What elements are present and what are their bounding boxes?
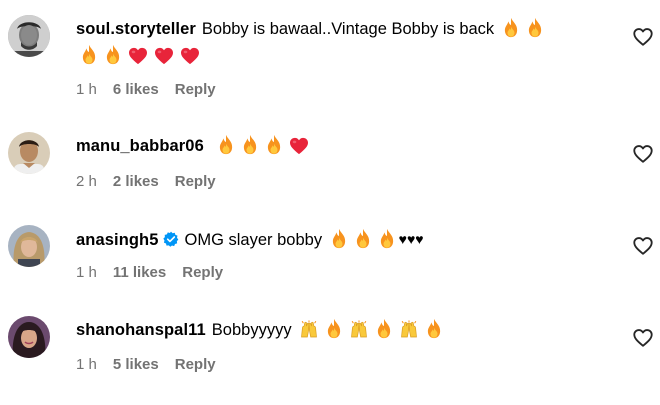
- username[interactable]: soul.storyteller: [76, 20, 196, 38]
- fire-emoji-icon: [104, 44, 122, 65]
- like-heart-icon[interactable]: [632, 26, 654, 48]
- likes-count[interactable]: 11 likes: [113, 264, 166, 281]
- comment-meta: 1 h 5 likes Reply: [76, 355, 232, 375]
- fire-emoji-icon: [375, 318, 393, 339]
- red-heart-emoji-icon: [128, 47, 148, 65]
- raising-hands-emoji-icon: [349, 320, 369, 339]
- fire-emoji-icon: [265, 134, 283, 155]
- black-hearts: ♥♥♥: [398, 231, 424, 247]
- raising-hands-emoji-icon: [299, 320, 319, 339]
- avatar[interactable]: [8, 225, 50, 267]
- fire-emoji-icon: [378, 228, 396, 249]
- reply-button[interactable]: Reply: [175, 356, 216, 373]
- fire-emoji-icon: [502, 17, 520, 38]
- likes-count[interactable]: 5 likes: [113, 356, 159, 373]
- comment-meta: 2 h 2 likes Reply: [76, 172, 232, 192]
- username[interactable]: manu_babbar06: [76, 137, 204, 155]
- timestamp[interactable]: 1 h: [76, 356, 97, 373]
- fire-emoji-icon: [241, 134, 259, 155]
- fire-emoji-icon: [354, 228, 372, 249]
- reply-button[interactable]: Reply: [175, 81, 216, 98]
- likes-count[interactable]: 6 likes: [113, 81, 159, 98]
- comment-meta: 1 h 6 likes Reply: [76, 80, 232, 100]
- comment-text: Bobby is bawaal..Vintage Bobby is back: [201, 20, 495, 38]
- timestamp[interactable]: 2 h: [76, 173, 97, 190]
- like-heart-icon[interactable]: [632, 143, 654, 165]
- fire-emoji-icon: [330, 228, 348, 249]
- fire-emoji-icon: [526, 17, 544, 38]
- timestamp[interactable]: 1 h: [76, 264, 97, 281]
- avatar[interactable]: [8, 132, 50, 174]
- likes-count[interactable]: 2 likes: [113, 173, 159, 190]
- comment-text-line: soul.storyteller Bobby is bawaal..Vintage…: [76, 16, 620, 43]
- red-heart-emoji-icon: [154, 47, 174, 65]
- username[interactable]: anasingh5: [76, 231, 159, 249]
- raising-hands-emoji-icon: [399, 320, 419, 339]
- comment-text-line: [76, 43, 620, 70]
- comment-text: Bobbyyyyy: [211, 321, 292, 339]
- verified-badge-icon: [163, 229, 179, 245]
- like-heart-icon[interactable]: [632, 235, 654, 257]
- comment-text-line: shanohanspal11 Bobbyyyyy: [76, 317, 620, 344]
- comment-text: OMG slayer bobby: [184, 231, 323, 249]
- comment-text-line: anasingh5 OMG slayer bobby ♥♥♥: [76, 226, 620, 254]
- red-heart-emoji-icon: [289, 137, 309, 155]
- comment-meta: 1 h 11 likes Reply: [76, 263, 239, 283]
- avatar[interactable]: [8, 316, 50, 358]
- red-heart-emoji-icon: [180, 47, 200, 65]
- like-heart-icon[interactable]: [632, 327, 654, 349]
- comment-text-line: manu_babbar06: [76, 133, 620, 160]
- reply-button[interactable]: Reply: [182, 264, 223, 281]
- timestamp[interactable]: 1 h: [76, 81, 97, 98]
- reply-button[interactable]: Reply: [175, 173, 216, 190]
- avatar[interactable]: [8, 15, 50, 57]
- fire-emoji-icon: [217, 134, 235, 155]
- fire-emoji-icon: [325, 318, 343, 339]
- fire-emoji-icon: [80, 44, 98, 65]
- fire-emoji-icon: [425, 318, 443, 339]
- username[interactable]: shanohanspal11: [76, 321, 206, 339]
